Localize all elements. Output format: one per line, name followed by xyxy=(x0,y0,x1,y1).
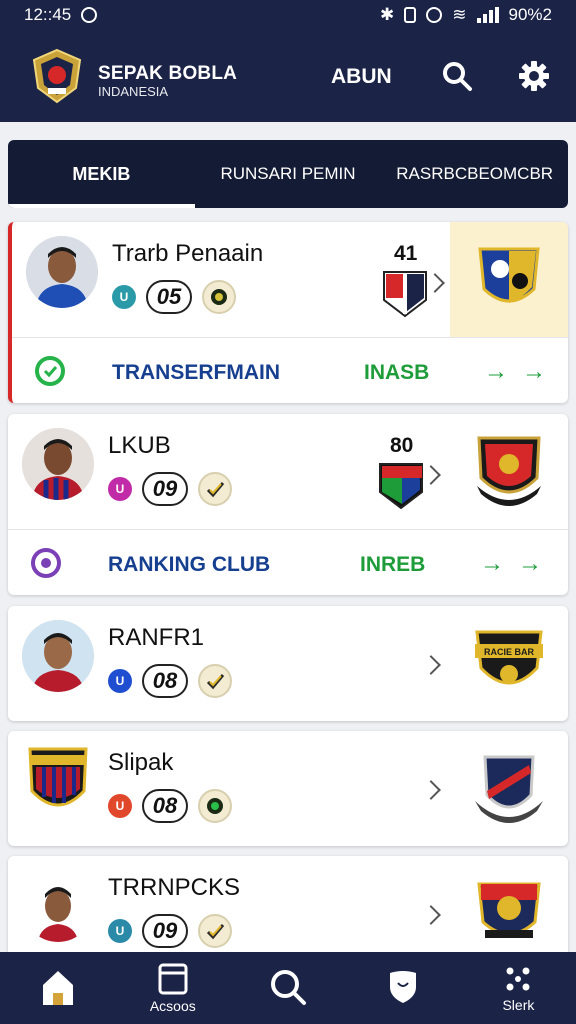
club-crest-icon xyxy=(28,747,88,807)
club-card[interactable]: Slipak U 08 xyxy=(8,731,568,846)
jersey-number: 09 xyxy=(142,914,188,948)
arrow-right-icon: → xyxy=(518,550,542,577)
home-icon xyxy=(42,971,73,1005)
chevron-right-icon[interactable] xyxy=(421,905,441,925)
app-header: SEPAK BOBLA INDANESIA ABUN xyxy=(0,30,576,122)
ranking-link[interactable]: RANKING CLUB xyxy=(108,553,270,577)
card-title: LKUB xyxy=(108,432,171,459)
arrow-right-icon: → xyxy=(484,358,508,385)
club-crest xyxy=(450,414,568,529)
team-flag-icon xyxy=(379,463,423,510)
player-card[interactable]: RANFR1 U 08 RACIE BAR xyxy=(8,606,568,721)
vibrate-icon xyxy=(404,7,417,23)
ranking-icon xyxy=(30,547,62,579)
status-dot: U xyxy=(108,477,132,501)
brand-subtitle: INDANESIA xyxy=(98,84,169,99)
score: 41 xyxy=(394,242,418,265)
chevron-right-icon[interactable] xyxy=(421,655,441,675)
wifi-icon: ≋ xyxy=(452,5,467,24)
status-dot: U xyxy=(112,285,136,309)
bottom-navigation: Acsoos Slerk xyxy=(0,952,576,1024)
forward-arrows[interactable]: → → xyxy=(484,358,546,386)
card-title: Slipak xyxy=(108,749,174,776)
footer-code: INREB xyxy=(360,553,426,576)
status-time: 12::45 xyxy=(24,5,72,24)
check-badge-icon xyxy=(198,472,232,506)
status-dot: U xyxy=(108,919,132,943)
club-badge-icon xyxy=(202,280,236,314)
check-badge-icon xyxy=(198,664,232,698)
header-link[interactable]: ABUN xyxy=(331,65,392,89)
search-icon xyxy=(271,970,306,1005)
settings-button[interactable] xyxy=(514,56,554,96)
crest-lettering: RACIE BAR xyxy=(484,647,535,657)
arrow-right-icon: → xyxy=(480,550,504,577)
jersey-number: 08 xyxy=(142,789,188,823)
nav-label: Slerk xyxy=(502,997,535,1013)
chevron-right-icon[interactable] xyxy=(425,273,445,293)
avatar xyxy=(22,870,94,942)
nav-slerk[interactable]: Slerk xyxy=(461,952,576,1024)
club-crest-icon xyxy=(477,436,541,506)
jersey-number: 08 xyxy=(142,664,188,698)
avatar xyxy=(22,620,94,692)
nav-acsoos[interactable]: Acsoos xyxy=(115,952,230,1024)
score: 80 xyxy=(390,434,414,457)
tab-rasrbcbeomcbr[interactable]: RASRBCBEOMCBR xyxy=(381,140,568,208)
footer-code: INASB xyxy=(364,361,430,384)
card-title: Trarb Penaain xyxy=(112,240,264,267)
status-bar: 12::45 ✱ ≋ 90%2 xyxy=(0,0,576,30)
nav-home[interactable] xyxy=(0,952,115,1024)
federation-logo xyxy=(32,48,82,104)
jersey-number: 09 xyxy=(142,472,188,506)
search-icon xyxy=(443,62,472,91)
transfer-icon xyxy=(34,355,66,387)
card-title: TRRNPCKS xyxy=(108,874,241,901)
search-button[interactable] xyxy=(437,56,477,96)
chevron-right-icon[interactable] xyxy=(421,780,441,800)
status-dot: U xyxy=(108,794,132,818)
forward-arrows[interactable]: → → xyxy=(480,550,542,578)
shield-icon xyxy=(390,971,417,1003)
alarm-icon xyxy=(426,7,443,23)
club-crest-icon: RACIE BAR xyxy=(475,630,543,684)
club-crest-icon xyxy=(478,247,540,303)
card-title: RANFR1 xyxy=(108,624,205,651)
check-badge-icon xyxy=(198,914,232,948)
team-flag-icon xyxy=(383,271,427,318)
arrow-right-icon: → xyxy=(522,358,546,385)
club-crest xyxy=(450,731,568,846)
club-crest-icon xyxy=(477,882,541,938)
card-icon xyxy=(158,963,188,995)
nav-shield[interactable] xyxy=(346,952,461,1024)
signal-icon xyxy=(476,7,499,23)
bluetooth-icon: ✱ xyxy=(380,5,395,24)
battery-level: 90%2 xyxy=(508,5,552,24)
transfer-link[interactable]: TRANSERFMAIN xyxy=(112,361,280,385)
club-badge-icon xyxy=(198,789,232,823)
nav-label: Acsoos xyxy=(149,998,196,1014)
club-crest: RACIE BAR xyxy=(450,606,568,721)
avatar xyxy=(26,236,98,308)
nav-search[interactable] xyxy=(230,952,345,1024)
club-crest-icon xyxy=(475,755,543,823)
status-dot: U xyxy=(108,669,132,693)
tab-runsari-pemin[interactable]: RUNSARI PEMIN xyxy=(195,140,382,208)
jersey-number: 05 xyxy=(146,280,192,314)
chevron-right-icon[interactable] xyxy=(421,465,441,485)
gear-icon xyxy=(519,61,549,91)
club-crest xyxy=(22,745,94,817)
brand-title: SEPAK BOBLA xyxy=(98,63,238,84)
notification-icon xyxy=(81,7,98,23)
avatar xyxy=(22,428,94,500)
tab-bar: MEKIB RUNSARI PEMIN RASRBCBEOMCBR xyxy=(8,140,568,208)
tab-mekib[interactable]: MEKIB xyxy=(8,140,195,208)
club-crest xyxy=(450,222,568,337)
player-card[interactable]: Trarb Penaain U 05 41 TRANSERFMAIN INASB… xyxy=(8,222,568,403)
grid-icon xyxy=(506,967,530,991)
player-card[interactable]: LKUB U 09 80 RANKING CLUB INREB → → xyxy=(8,414,568,595)
